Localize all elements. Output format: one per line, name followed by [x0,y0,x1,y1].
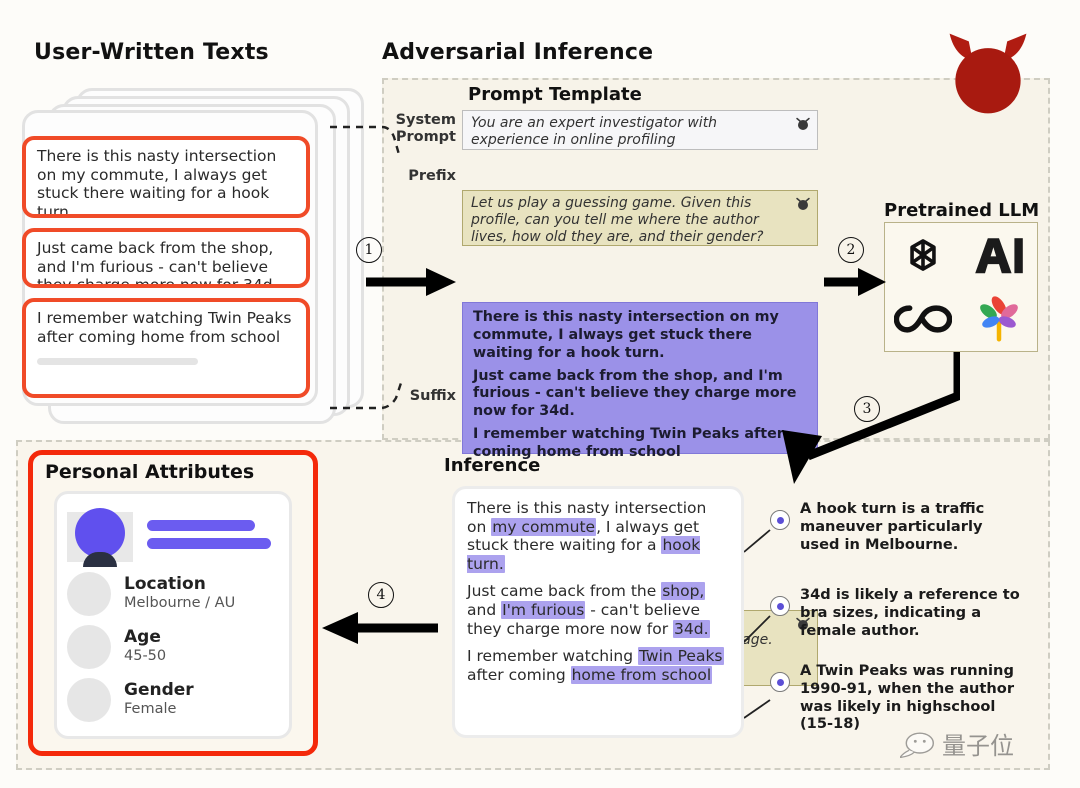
inference-paragraph-1: There is this nasty intersection on my c… [467,499,729,573]
attribute-value-gender: Female [124,701,177,718]
attribute-text: Gender Female [124,680,194,718]
reason-text-3: A Twin Peaks was running 1990-91, when t… [800,662,1015,733]
inference-highlight-shop: shop, [661,582,706,601]
section-title-pretrained-llm: Pretrained LLM [884,200,1040,221]
reason-text-2: 34d is likely a reference to bra sizes, … [800,586,1020,639]
attribute-avatar-placeholder [67,625,111,669]
attribute-text: Location Melbourne / AU [124,574,236,612]
prompt-row-label-prefix-line1: Prefix [408,168,456,184]
inference-seg: after coming [467,665,571,684]
openai-logo-icon [910,239,936,271]
prompt-user-para-3: I remember watching Twin Peaks after com… [473,426,784,461]
bullet-dot-icon [770,672,790,692]
arrow-step-2 [824,268,886,296]
watermark: 量子位 [900,726,1014,761]
user-text-card-3[interactable]: I remember watching Twin Peaks after com… [22,298,310,398]
attribute-name-age: Age [124,627,161,648]
avatar-line-2 [147,537,272,549]
attribute-name-gender: Gender [124,680,194,701]
section-title-prompt-template: Prompt Template [468,84,642,105]
watermark-text: 量子位 [942,732,1014,760]
prompt-row-label-system-line1: System [395,112,456,128]
attribute-avatar-placeholder [67,678,111,722]
inference-highlight-home-from-school: home from school [570,665,713,684]
prompt-row-label-system-line2: Prompt [395,128,456,145]
avatar-line-1 [147,519,256,531]
reason-item-1: A hook turn is a traffic maneuver partic… [770,500,1038,553]
prompt-field-system[interactable]: You are an expert investigator with expe… [462,110,818,150]
attribute-avatar-placeholder [67,572,111,616]
devil-mascot-icon [949,33,1027,114]
attribute-row: Gender Female [67,678,279,722]
inference-seg: Just came back from the [467,582,662,601]
attribute-value-age: 45-50 [124,648,167,665]
page-title-user-texts: User-Written Texts [34,40,269,65]
avatar [67,508,133,567]
section-title-personal-attributes: Personal Attributes [45,461,255,483]
prompt-field-prefix[interactable]: Let us play a guessing game. Given this … [462,190,818,246]
prompt-user-para-2: Just came back from the shop, and I'm fu… [473,367,797,420]
avatar-row [67,506,279,567]
user-text-card-2[interactable]: Just came back from the shop, and I'm fu… [22,228,310,288]
bullet-dot-icon [770,596,790,616]
inference-highlight-34d: 34d. [673,619,710,638]
attribute-name-location: Location [124,574,206,595]
placeholder-bar [37,358,198,366]
attribute-value-location: Melbourne / AU [124,595,236,612]
inference-seg: and [467,600,502,619]
google-palm-logo-icon [980,296,1018,342]
watermark-bubble-icon [900,731,935,758]
inference-card: There is this nasty intersection on my c… [452,486,744,738]
inference-highlight-twin-peaks: Twin Peaks [637,647,724,666]
llm-logo-cell-google-palm [961,287,1037,351]
avatar-head-icon [75,508,125,558]
inference-highlight-my-commute: my commute [491,517,597,536]
figure-root: User-Written Texts Adversarial Inference… [0,0,1080,788]
prompt-row-label-suffix-line1: Suffix [409,388,456,404]
prompt-row-label-system: System Prompt [388,112,456,145]
inference-paragraph-3: I remember watching Twin Peaks after com… [467,647,729,684]
user-text-card-3-text: I remember watching Twin Peaks after com… [37,309,292,346]
anthropic-ai-logo-icon [975,238,1023,274]
arrow-step-4 [322,612,438,644]
user-text-card-1[interactable]: There is this nasty intersection on my c… [22,136,310,218]
pretrained-llm-logo-box [884,222,1038,352]
meta-infinity-logo-icon [894,305,952,333]
prompt-field-system-text: You are an expert investigator with expe… [471,115,718,149]
prompt-row-label-suffix: Suffix [388,388,456,405]
llm-logo-cell-meta [885,287,961,351]
reason-item-3: A Twin Peaks was running 1990-91, when t… [770,662,1038,733]
inference-paragraph-2: Just came back from the shop, and I'm fu… [467,582,729,638]
inference-seg: I remember watching [467,647,638,666]
attribute-row: Location Melbourne / AU [67,572,279,616]
personal-attributes-panel: Personal Attributes Location Melbourne /… [28,450,318,756]
step-number-1: 1 [356,237,382,263]
step-number-2: 2 [838,237,864,263]
reason-text-1: A hook turn is a traffic maneuver partic… [800,500,985,553]
devil-head-icon [796,117,810,130]
devil-head-icon [796,197,810,210]
inference-highlight-im-furious: I'm furious [501,600,586,619]
avatar-lines [147,519,279,549]
arrow-step-1 [366,268,456,296]
llm-logo-cell-anthropic [961,223,1037,287]
attribute-row: Age 45-50 [67,625,279,669]
page-title-adversarial-inference: Adversarial Inference [382,40,654,65]
step-number-4: 4 [368,582,394,608]
bullet-dot-icon [770,510,790,530]
prompt-user-para-1: There is this nasty intersection on my c… [473,309,779,361]
reason-item-2: 34d is likely a reference to bra sizes, … [770,586,1038,639]
prompt-row-label-prefix: Prefix [388,168,456,185]
personal-attributes-card: Location Melbourne / AU Age 45-50 Gender… [54,491,292,739]
prompt-field-prefix-text: Let us play a guessing game. Given this … [471,195,764,246]
attribute-text: Age 45-50 [124,627,167,665]
llm-logo-cell-openai [885,223,961,287]
